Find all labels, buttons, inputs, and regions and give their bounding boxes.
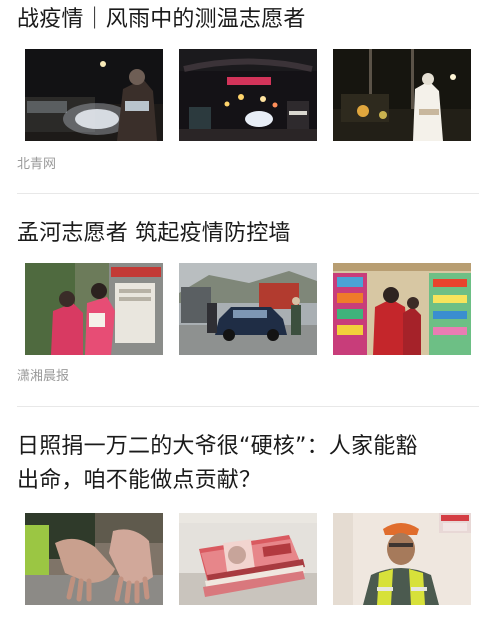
thumbnail-row <box>25 263 471 355</box>
news-item[interactable]: 孟河志愿者 筑起疫情防控墙 潇湘晨报 <box>17 218 479 398</box>
news-title-line: 出命，咱不能做点贡献？ <box>17 468 262 493</box>
news-item[interactable]: 日照捐一万二的大爷很“硬核”：人家能豁 出命，咱不能做点贡献？ <box>17 430 479 610</box>
night-checkpoint-car-photo[interactable] <box>25 49 163 141</box>
news-source: 北青网 <box>17 157 57 172</box>
elderly-man-vest-photo[interactable] <box>333 513 471 605</box>
news-source: 潇湘晨报 <box>17 369 70 384</box>
news-title-line: 日照捐一万二的大爷很“硬核”：人家能豁 <box>17 434 418 459</box>
news-title[interactable]: 战疫情｜风雨中的测温志愿者 <box>17 4 479 36</box>
item-divider <box>17 193 479 194</box>
news-feed: 战疫情｜风雨中的测温志愿者 北青网 孟河志愿者 筑起疫情防控墙 潇湘晨报 日照捐… <box>0 0 483 617</box>
news-item[interactable]: 战疫情｜风雨中的测温志愿者 北青网 <box>17 4 479 184</box>
volunteers-notice-board-photo[interactable] <box>25 263 163 355</box>
worn-hands-photo[interactable] <box>25 513 163 605</box>
shop-shelves-volunteer-photo[interactable] <box>333 263 471 355</box>
thumbnail-row <box>25 49 471 141</box>
news-title[interactable]: 孟河志愿者 筑起疫情防控墙 <box>17 218 479 250</box>
roadside-car-checkpoint-photo[interactable] <box>179 263 317 355</box>
news-title[interactable]: 日照捐一万二的大爷很“硬核”：人家能豁 出命，咱不能做点贡献？ <box>17 430 479 498</box>
cash-banknotes-photo[interactable] <box>179 513 317 605</box>
night-road-lights-photo[interactable] <box>179 49 317 141</box>
item-divider <box>17 406 479 407</box>
thumbnail-row <box>25 513 471 605</box>
night-volunteer-standing-photo[interactable] <box>333 49 471 141</box>
